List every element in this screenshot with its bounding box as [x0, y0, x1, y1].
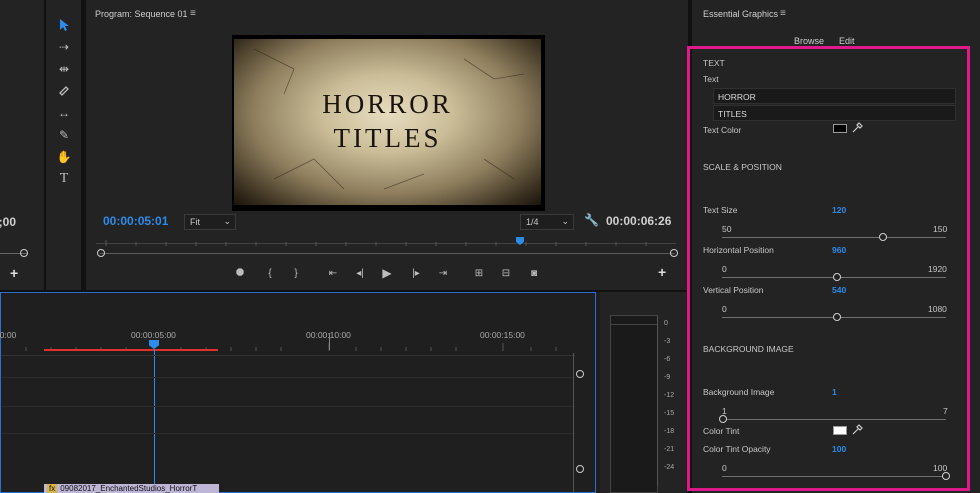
track-divider — [1, 355, 575, 356]
export-frame-icon[interactable]: ◙ — [527, 266, 541, 280]
video-title-line1: HORROR — [322, 89, 453, 119]
render-bar — [44, 349, 218, 351]
pen-tool-icon[interactable]: ✎ — [55, 126, 73, 144]
duration-timecode: 00:00:06:26 — [606, 214, 672, 228]
program-monitor: Program: Sequence 01 ≡ HORROR TITLES 00:… — [86, 0, 690, 290]
resolution-select[interactable]: 1/4 ⌄ — [520, 214, 574, 230]
clip-fx-badge: fx — [47, 484, 58, 493]
ruler-label: 00:00 — [0, 330, 17, 340]
tab-edit[interactable]: Edit — [839, 36, 855, 46]
video-title-line2: TITLES — [333, 123, 442, 153]
track-select-tool-icon[interactable]: ⇢ — [55, 38, 73, 56]
go-to-in-icon[interactable]: ⇤ — [326, 266, 340, 280]
tools-panel: ⇢ ⇹ ↔ ✎ ✋ T — [46, 0, 81, 290]
selection-tool-icon[interactable] — [55, 16, 73, 34]
resolution-value: 1/4 — [526, 217, 539, 227]
ruler-label: 00:00:15:00 — [480, 330, 525, 340]
vertical-scrollbar[interactable] — [573, 353, 574, 493]
meter-scale-label: -12 — [664, 392, 675, 399]
lift-icon[interactable]: ⊞ — [472, 266, 486, 280]
panel-menu-icon[interactable]: ≡ — [190, 8, 196, 19]
type-tool-icon[interactable]: T — [55, 170, 73, 188]
video-preview: HORROR TITLES — [232, 35, 545, 211]
meter-scale-label: -3 — [664, 338, 671, 345]
tab-browse[interactable]: Browse — [794, 36, 824, 46]
source-scrubber-knob[interactable] — [20, 249, 28, 257]
panel-title: Essential Graphics — [703, 9, 779, 19]
video-background: HORROR TITLES — [234, 39, 541, 205]
current-timecode[interactable]: 00:00:05:01 — [103, 214, 168, 228]
mark-in-icon[interactable]: { — [263, 266, 277, 280]
track-divider — [1, 377, 575, 378]
meter-scale-label: -24 — [664, 464, 675, 471]
zoom-scrollbar[interactable] — [100, 253, 675, 254]
meter-scale-label: -6 — [664, 356, 671, 363]
zoom-value: Fit — [190, 217, 200, 227]
scroll-handle[interactable] — [576, 465, 584, 473]
meter-bars — [610, 315, 658, 493]
add-marker-icon[interactable]: ⯃ — [233, 266, 247, 280]
clip[interactable]: fx 09082017_EnchantedStudios_HorrorT — [44, 484, 219, 493]
audio-meters: 0 -3 -6 -9 -12 -15 -18 -21 -24 — [600, 292, 686, 493]
timeline-panel: 00:00 00:00:05:00 00:00:10:00 00:00:15:0… — [0, 292, 596, 493]
time-ruler[interactable] — [96, 238, 676, 246]
clip-label: 09082017_EnchantedStudios_HorrorT — [60, 484, 198, 493]
scroll-handle[interactable] — [576, 370, 584, 378]
zoom-select[interactable]: Fit ⌄ — [184, 214, 236, 230]
meter-scale-label: -9 — [664, 374, 671, 381]
extract-icon[interactable]: ⊟ — [499, 266, 513, 280]
highlight-box — [687, 46, 970, 491]
add-button-icon[interactable]: + — [658, 264, 666, 280]
add-button-icon[interactable]: + — [10, 265, 18, 281]
step-forward-icon[interactable]: |▸ — [409, 266, 423, 280]
razor-tool-icon[interactable] — [55, 82, 73, 100]
source-timecode: 0;00 — [0, 215, 17, 229]
zoom-handle-right[interactable] — [670, 249, 678, 257]
hand-tool-icon[interactable]: ✋ — [55, 148, 73, 166]
step-back-icon[interactable]: ◂| — [353, 266, 367, 280]
panel-menu-icon[interactable]: ≡ — [780, 8, 786, 19]
track-divider — [1, 433, 575, 434]
track-divider — [1, 406, 575, 407]
slip-tool-icon[interactable]: ↔ — [55, 104, 73, 122]
program-title: Program: Sequence 01 — [95, 9, 188, 19]
ruler-label: 00:00:05:00 — [131, 330, 176, 340]
meter-scale-label: -15 — [664, 410, 675, 417]
chevron-down-icon: ⌄ — [561, 216, 569, 226]
meter-scale-label: -21 — [664, 446, 675, 453]
timeline-marker — [329, 333, 330, 350]
playhead-line[interactable] — [154, 349, 155, 489]
ripple-edit-tool-icon[interactable]: ⇹ — [55, 60, 73, 78]
meter-scale-label: -18 — [664, 428, 675, 435]
play-icon[interactable]: ▶ — [380, 266, 394, 280]
wrench-icon[interactable]: 🔧 — [584, 213, 599, 227]
mark-out-icon[interactable]: } — [289, 266, 303, 280]
source-panel: 0;00 + — [0, 0, 44, 290]
zoom-handle-left[interactable] — [97, 249, 105, 257]
chevron-down-icon: ⌄ — [223, 216, 231, 226]
meter-scale-label: 0 — [664, 320, 668, 327]
go-to-out-icon[interactable]: ⇥ — [436, 266, 450, 280]
